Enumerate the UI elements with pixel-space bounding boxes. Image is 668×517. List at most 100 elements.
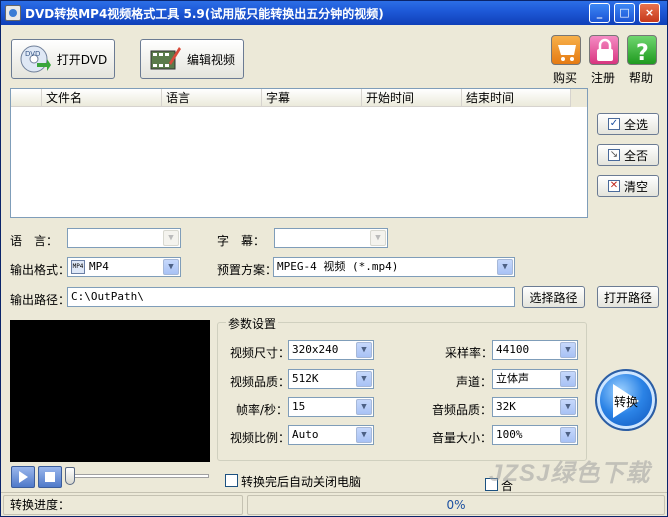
progress-label-panel: 转换进度：	[3, 495, 243, 515]
select-all-label: 全选	[623, 117, 648, 132]
volume-value: 100%	[496, 428, 523, 441]
padlock-glyph-icon	[597, 38, 613, 61]
delete-x-icon: ✕	[607, 180, 620, 192]
language-select[interactable]: ▼	[67, 228, 181, 248]
convert-button[interactable]: 转换	[595, 369, 657, 431]
cart-glyph-icon	[558, 45, 576, 61]
choose-path-button[interactable]: 选择路径	[522, 286, 585, 308]
file-list[interactable]: 文件名 语言 字幕 开始时间 结束时间	[10, 88, 588, 218]
video-preview	[10, 320, 210, 462]
open-dvd-button[interactable]: DVD 打开DVD	[11, 39, 115, 79]
frame-rate-label: 帧率/秒：	[236, 403, 289, 417]
chevron-down-icon[interactable]: ▼	[370, 230, 386, 246]
svg-text:DVD: DVD	[25, 50, 40, 58]
chevron-down-icon[interactable]: ▼	[560, 427, 576, 443]
maximize-button[interactable]: □	[614, 3, 635, 23]
play-icon	[19, 471, 28, 483]
col-filename[interactable]: 文件名	[41, 89, 161, 107]
output-path-input[interactable]: C:\OutPath\	[67, 287, 515, 307]
language-label: 语 言：	[10, 234, 59, 248]
sample-rate-select[interactable]: 44100 ▼	[492, 340, 578, 360]
chevron-down-icon[interactable]: ▼	[356, 399, 372, 415]
frame-rate-value: 15	[292, 400, 306, 413]
seek-slider-thumb[interactable]	[65, 467, 75, 485]
open-path-button[interactable]: 打开路径	[597, 286, 659, 308]
video-size-select[interactable]: 320x240 ▼	[288, 340, 374, 360]
stop-button[interactable]	[38, 466, 62, 488]
audio-quality-label: 音频品质：	[432, 403, 493, 417]
progress-label: 转换进度：	[10, 498, 71, 512]
col-check[interactable]	[11, 89, 41, 107]
sample-rate-value: 44100	[496, 343, 530, 356]
edit-video-label: 编辑视频	[186, 52, 235, 67]
help-label[interactable]: 帮助	[629, 69, 653, 86]
channel-value: 立体声	[496, 372, 529, 385]
chevron-down-icon[interactable]: ▼	[560, 371, 576, 387]
auto-shutdown-label[interactable]: 转换完后自动关闭电脑	[241, 473, 361, 490]
clear-button[interactable]: ✕ 清空	[597, 175, 659, 197]
chevron-down-icon[interactable]: ▼	[163, 259, 179, 275]
progress-percent: 0%	[446, 498, 466, 512]
col-language[interactable]: 语言	[161, 89, 261, 107]
video-size-value: 320x240	[292, 343, 339, 356]
col-subtitle[interactable]: 字幕	[261, 89, 361, 107]
video-quality-label: 视频品质：	[230, 375, 291, 389]
edit-video-button[interactable]: 编辑视频	[140, 39, 244, 79]
chevron-down-icon[interactable]: ▼	[560, 342, 576, 358]
help-question-icon[interactable]: ?	[627, 35, 657, 66]
preset-value: MPEG-4 视频 (*.mp4)	[277, 260, 399, 273]
lock-icon[interactable]	[589, 35, 619, 65]
open-dvd-label: 打开DVD	[56, 52, 108, 67]
minimize-button[interactable]: _	[589, 3, 610, 23]
video-ratio-label: 视频比例：	[230, 431, 291, 445]
volume-label: 音量大小：	[432, 431, 493, 445]
video-size-label: 视频尺寸：	[230, 346, 291, 360]
stop-icon	[45, 472, 55, 482]
chevron-down-icon[interactable]: ▼	[356, 427, 372, 443]
film-edit-icon	[150, 47, 181, 70]
clear-label: 清空	[623, 179, 648, 194]
volume-select[interactable]: 100% ▼	[492, 425, 578, 445]
output-path-label: 输出路径：	[10, 293, 71, 307]
chevron-down-icon[interactable]: ▼	[560, 399, 576, 415]
params-group-title: 参数设置	[226, 315, 279, 332]
chevron-down-icon[interactable]: ▼	[497, 259, 513, 275]
channel-label: 声道：	[456, 375, 493, 389]
output-format-label: 输出格式：	[10, 263, 71, 277]
preset-select[interactable]: MPEG-4 视频 (*.mp4) ▼	[273, 257, 515, 277]
subtitle-select[interactable]: ▼	[274, 228, 388, 248]
window-title: DVD转换MP4视频格式工具 5.9(试用版只能转换出五分钟的视频)	[25, 7, 384, 21]
list-header-filler	[570, 89, 587, 107]
watermark-text: JZSJ绿色下载	[489, 460, 651, 487]
register-label[interactable]: 注册	[591, 69, 615, 86]
mp4-file-icon: MP4	[71, 260, 85, 274]
play-button[interactable]	[11, 466, 35, 488]
chevron-down-icon[interactable]: ▼	[356, 371, 372, 387]
chevron-down-icon[interactable]: ▼	[163, 230, 179, 246]
output-format-select[interactable]: MP4 MP4 ▼	[67, 257, 181, 277]
col-end-time[interactable]: 结束时间	[461, 89, 569, 107]
subtitle-label: 字 幕：	[217, 234, 266, 248]
chevron-down-icon[interactable]: ▼	[356, 342, 372, 358]
auto-shutdown-checkbox[interactable]	[225, 474, 238, 487]
select-all-button[interactable]: ✓ 全选	[597, 113, 659, 135]
checked-box-icon: ✓	[607, 118, 620, 130]
video-ratio-select[interactable]: Auto ▼	[288, 425, 374, 445]
video-quality-select[interactable]: 512K ▼	[288, 369, 374, 389]
sample-rate-label: 采样率：	[445, 346, 494, 360]
col-start-time[interactable]: 开始时间	[361, 89, 461, 107]
seek-slider-track[interactable]	[67, 474, 209, 478]
file-list-header: 文件名 语言 字幕 开始时间 结束时间	[11, 89, 587, 107]
convert-label: 转换	[613, 395, 638, 409]
channel-select[interactable]: 立体声 ▼	[492, 369, 578, 389]
audio-quality-select[interactable]: 32K ▼	[492, 397, 578, 417]
app-dvd-icon	[5, 5, 21, 21]
close-button[interactable]: ×	[639, 3, 660, 23]
buy-label[interactable]: 购买	[553, 69, 577, 86]
video-ratio-value: Auto	[292, 428, 319, 441]
title-bar[interactable]: DVD转换MP4视频格式工具 5.9(试用版只能转换出五分钟的视频) _ □ ×	[1, 1, 667, 25]
shopping-cart-icon[interactable]	[551, 35, 581, 65]
unchecked-box-icon: ↘	[607, 149, 620, 161]
select-none-button[interactable]: ↘ 全否	[597, 144, 659, 166]
frame-rate-select[interactable]: 15 ▼	[288, 397, 374, 417]
